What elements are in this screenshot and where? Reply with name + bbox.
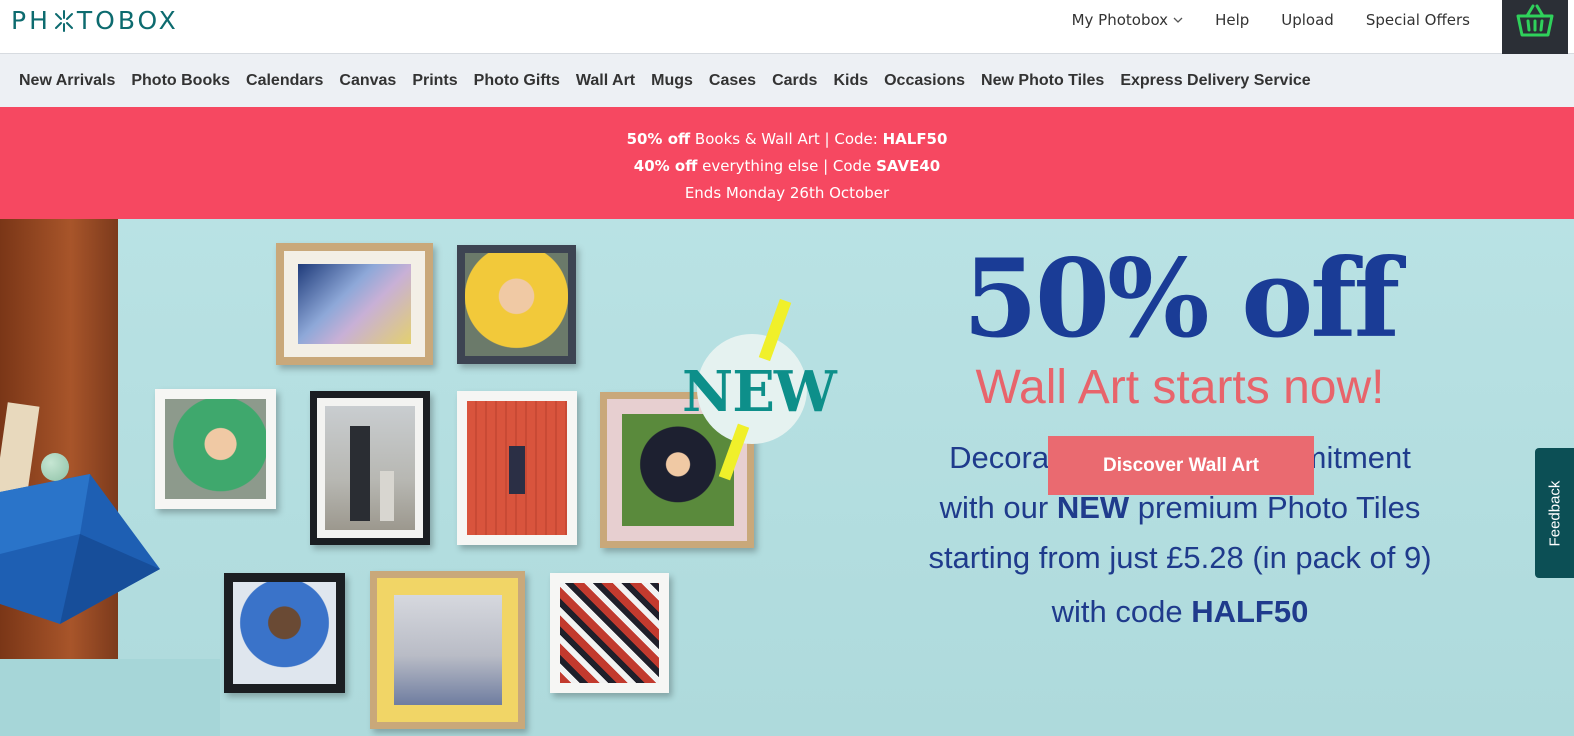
frame-jumping-girl xyxy=(224,573,345,693)
frame-balloons xyxy=(276,243,433,365)
spark-icon xyxy=(52,9,76,33)
hero-code-line: with code HALF50 xyxy=(900,594,1460,630)
top-header: PH TOBOX My Photobox Help Upload Special… xyxy=(0,0,1574,54)
photobox-logo[interactable]: PH TOBOX xyxy=(11,6,179,35)
hero-banner[interactable]: NEW 50% off Wall Art starts now! Decorat… xyxy=(0,219,1574,736)
category-wall-art[interactable]: Wall Art xyxy=(576,72,635,90)
promo-line-2: 40% off everything else | Code SAVE40 xyxy=(0,153,1574,180)
promo-line-1-bold: 50% off xyxy=(626,130,691,148)
hero-desc-line-2-post: premium Photo Tiles xyxy=(1129,490,1421,525)
hero-desc-line-3: starting from just £5.28 (in pack of 9) xyxy=(928,540,1432,575)
hero-headline: 50% off xyxy=(962,236,1400,362)
new-badge-text: NEW xyxy=(682,359,837,425)
promo-line-1: 50% off Books & Wall Art | Code: HALF50 xyxy=(0,126,1574,153)
frame-striped-socks xyxy=(550,573,669,693)
category-cases[interactable]: Cases xyxy=(709,72,756,90)
logo-text-left: PH xyxy=(11,6,51,35)
category-photo-gifts[interactable]: Photo Gifts xyxy=(474,72,560,90)
frame-walking-beach xyxy=(310,391,430,545)
hero-blue-cube-decor xyxy=(0,474,160,624)
upload-link[interactable]: Upload xyxy=(1281,11,1334,29)
category-kids[interactable]: Kids xyxy=(833,72,868,90)
category-calendars[interactable]: Calendars xyxy=(246,72,323,90)
promo-line-2-text: everything else | Code xyxy=(697,157,877,175)
category-occasions[interactable]: Occasions xyxy=(884,72,965,90)
frame-green-hoodie xyxy=(155,389,276,509)
category-new-arrivals[interactable]: New Arrivals xyxy=(19,72,115,90)
hero-desc-line-2-pre: with our xyxy=(939,490,1057,525)
frame-dancing-girl xyxy=(457,391,577,545)
discover-wall-art-button[interactable]: Discover Wall Art xyxy=(1048,436,1314,495)
promo-end-date: Ends Monday 26th October xyxy=(684,184,890,202)
category-prints[interactable]: Prints xyxy=(412,72,457,90)
promo-banner[interactable]: 50% off Books & Wall Art | Code: HALF50 … xyxy=(0,107,1574,219)
promo-code-save40: SAVE40 xyxy=(876,157,941,175)
my-photobox-label: My Photobox xyxy=(1071,11,1169,29)
special-offers-link[interactable]: Special Offers xyxy=(1366,11,1470,29)
hero-floor-decor xyxy=(0,659,220,736)
hero-code-value: HALF50 xyxy=(1191,594,1309,629)
frame-fort-kids xyxy=(370,571,525,729)
logo-text-right: TOBOX xyxy=(76,6,179,35)
frame-yellow-raincoat xyxy=(457,245,576,364)
category-photo-books[interactable]: Photo Books xyxy=(131,72,230,90)
category-navigation: New Arrivals Photo Books Calendars Canva… xyxy=(0,54,1574,107)
promo-line-2-bold: 40% off xyxy=(633,157,698,175)
hero-ball-decor xyxy=(41,453,69,481)
promo-line-1-text: Books & Wall Art | Code: xyxy=(690,130,883,148)
category-mugs[interactable]: Mugs xyxy=(651,72,693,90)
my-photobox-menu[interactable]: My Photobox xyxy=(1072,11,1184,29)
basket-icon xyxy=(1516,4,1554,37)
feedback-label: Feedback xyxy=(1546,480,1563,546)
hero-subheadline: Wall Art starts now! xyxy=(975,361,1385,414)
category-cards[interactable]: Cards xyxy=(772,72,817,90)
top-navigation: My Photobox Help Upload Special Offers xyxy=(1072,0,1470,40)
category-canvas[interactable]: Canvas xyxy=(339,72,396,90)
feedback-tab[interactable]: Feedback xyxy=(1535,448,1574,578)
category-express-delivery[interactable]: Express Delivery Service xyxy=(1120,72,1310,90)
hero-code-pre: with code xyxy=(1051,594,1192,629)
basket-button[interactable] xyxy=(1502,0,1568,54)
help-link[interactable]: Help xyxy=(1215,11,1249,29)
chevron-down-icon xyxy=(1173,17,1183,23)
promo-code-half50: HALF50 xyxy=(882,130,948,148)
category-new-photo-tiles[interactable]: New Photo Tiles xyxy=(981,72,1104,90)
hero-desc-new: NEW xyxy=(1056,490,1130,525)
